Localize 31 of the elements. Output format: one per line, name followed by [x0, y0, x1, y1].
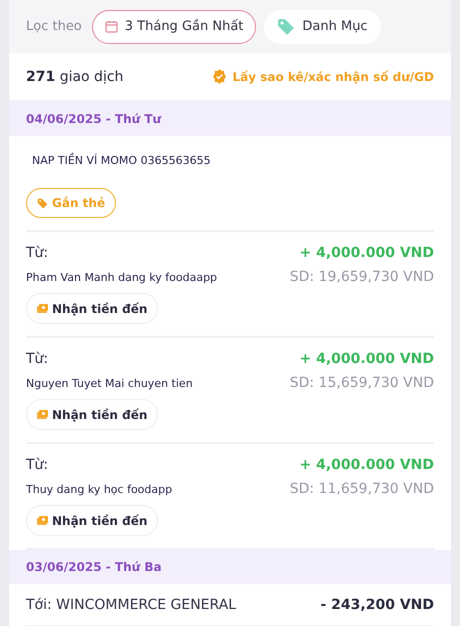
- transaction-count: 271 giao dịch: [26, 68, 124, 84]
- category-button[interactable]: Nhận tiền đến: [26, 399, 158, 430]
- verified-badge-icon: [212, 69, 228, 84]
- category-button[interactable]: Nhận tiền đến: [26, 505, 158, 536]
- filter-label: Lọc theo: [26, 19, 82, 34]
- money-icon: [37, 304, 48, 313]
- balance-text: SD: 15,659,730 VND: [290, 375, 434, 391]
- category-button[interactable]: Nhận tiền đến: [26, 293, 158, 324]
- transaction-description: Nguyen Tuyet Mai chuyen tien: [26, 376, 193, 390]
- calendar-icon: [104, 20, 118, 33]
- balance-text: SD: 19,659,730 VND: [290, 269, 434, 285]
- transaction-party: Tới: WINCOMMERCE GENERAL: [26, 597, 236, 613]
- money-icon: [37, 516, 48, 525]
- tag-icon: [37, 198, 48, 208]
- transaction-party: Từ:: [26, 457, 48, 473]
- filter-chip[interactable]: 3 Tháng Gần Nhất: [92, 10, 256, 44]
- transaction-party: Từ:: [26, 351, 48, 367]
- tag-icon: [277, 18, 296, 36]
- date-header: 03/06/2025 - Thứ Ba: [9, 550, 451, 584]
- transaction-amount: + 4,000.000 VND: [300, 457, 434, 473]
- transaction-amount: + 4,000.000 VND: [300, 245, 434, 261]
- transaction-description: Pham Van Manh dang ky foodaapp: [26, 270, 218, 284]
- money-icon: [37, 410, 48, 419]
- transaction-amount: - 243,200 VND: [320, 597, 434, 613]
- transaction-description: NAP TIỀN VÍ MOMO 0365563655: [31, 154, 211, 167]
- transaction-amount: + 4,000.000 VND: [300, 351, 434, 367]
- transaction-party: Từ:: [26, 245, 48, 261]
- balance-text: SD: 11,659,730 VND: [290, 481, 434, 497]
- filter-chip[interactable]: Danh Mục: [264, 10, 381, 44]
- date-header: 04/06/2025 - Thứ Tư: [9, 102, 451, 136]
- transaction-description: Thuy dang ky học foodapp: [26, 482, 172, 496]
